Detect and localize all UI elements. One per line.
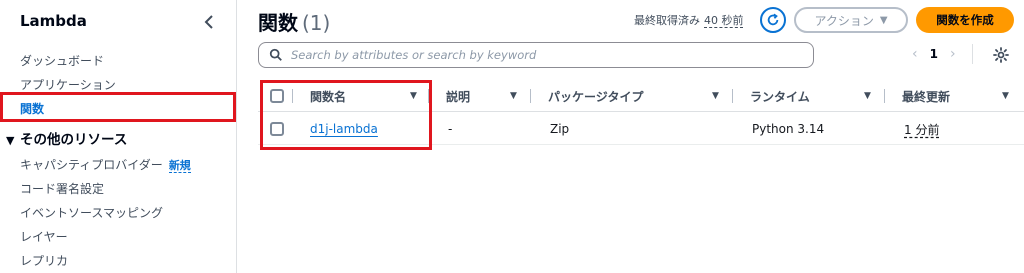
row-checkbox[interactable] (270, 113, 284, 145)
gear-icon (993, 47, 1009, 63)
sidebar-item-functions[interactable]: 関数 (20, 100, 44, 117)
column-divider (292, 89, 293, 103)
sidebar-item-layers[interactable]: レイヤー (20, 228, 68, 245)
last-fetched-label: 最終取得済み (634, 14, 700, 27)
search-input[interactable] (291, 48, 791, 62)
sidebar-item-capacity-providers[interactable]: キャパシティプロバイダー 新規 (20, 156, 191, 173)
sidebar-item-event-source-mappings[interactable]: イベントソースマッピング (20, 204, 163, 221)
column-header-function-name[interactable]: 関数名 ▼ (310, 80, 428, 112)
sort-icon[interactable]: ▼ (1002, 91, 1009, 101)
actions-label: アクション (814, 13, 874, 28)
table-row: d1j-lambda - Zip Python 3.14 1 分前 (258, 113, 1024, 145)
pagination: ‹ 1 › (912, 44, 973, 64)
sidebar-item-replicas[interactable]: レプリカ (20, 252, 68, 269)
column-divider (530, 89, 531, 103)
last-modified-cell: 1 分前 (904, 113, 939, 145)
sidebar-item-label: キャパシティプロバイダー (20, 158, 163, 172)
sort-icon[interactable]: ▼ (510, 91, 517, 101)
column-divider (428, 89, 429, 103)
column-header-runtime[interactable]: ランタイム ▼ (750, 80, 880, 112)
column-label: 最終更新 (902, 89, 951, 104)
caret-down-icon: ▼ (6, 134, 15, 147)
select-all-checkbox[interactable] (270, 80, 284, 112)
lambda-console: Lambda ダッシュボード アプリケーション 関数 ▼ その他のリソース キャパ… (0, 0, 1024, 273)
sidebar-item-applications[interactable]: アプリケーション (20, 76, 116, 93)
sort-icon[interactable]: ▼ (410, 91, 417, 101)
column-label: 説明 (446, 89, 471, 104)
main-content: 関数(1) 最終取得済み 40 秒前 アクション ▼ 関数を作成 ‹ 1 (238, 0, 1024, 273)
section-title: その他のリソース (20, 132, 128, 148)
description-cell: - (448, 122, 453, 136)
current-page[interactable]: 1 (930, 47, 938, 61)
function-count: (1) (302, 11, 331, 35)
sort-icon[interactable]: ▼ (864, 91, 871, 101)
last-fetched-value: 40 秒前 (704, 14, 744, 27)
page-title-text: 関数 (258, 11, 298, 35)
checkbox[interactable] (270, 89, 284, 103)
sidebar-item-dashboard[interactable]: ダッシュボード (20, 52, 104, 69)
table-settings-button[interactable] (990, 44, 1012, 66)
actions-dropdown-button[interactable]: アクション ▼ (794, 7, 908, 33)
column-header-package-type[interactable]: パッケージタイプ ▼ (548, 80, 730, 112)
sidebar: Lambda ダッシュボード アプリケーション 関数 ▼ その他のリソース キャパ… (0, 0, 237, 273)
refresh-button[interactable] (760, 7, 786, 33)
chevron-left-icon (204, 15, 213, 29)
next-page-icon[interactable]: › (950, 46, 956, 62)
pagination-divider (971, 44, 973, 64)
new-badge: 新規 (168, 159, 191, 173)
column-label: パッケージタイプ (548, 89, 644, 104)
column-label: ランタイム (750, 89, 810, 104)
table-header: 関数名 ▼ 説明 ▼ パッケージタイプ ▼ ランタイム ▼ 最終更新 ▼ (258, 80, 1024, 112)
function-name-cell: d1j-lambda (310, 113, 378, 145)
column-divider (884, 89, 885, 103)
caret-down-icon: ▼ (879, 14, 888, 26)
create-function-button[interactable]: 関数を作成 (916, 7, 1014, 33)
sidebar-item-code-signing[interactable]: コード署名設定 (20, 180, 104, 197)
search-bar[interactable] (258, 42, 814, 68)
last-modified-value: 1 分前 (904, 122, 940, 137)
refresh-icon (767, 13, 779, 26)
runtime-cell: Python 3.14 (752, 122, 825, 136)
column-header-last-modified[interactable]: 最終更新 ▼ (902, 80, 1020, 112)
page-title: 関数 (1) (258, 7, 330, 36)
package-type-cell: Zip (550, 122, 570, 136)
other-resources-section[interactable]: ▼ その他のリソース (6, 128, 127, 148)
sidebar-title: Lambda (20, 12, 87, 30)
checkbox[interactable] (270, 122, 284, 136)
collapse-sidebar-button[interactable] (200, 12, 220, 32)
column-header-description[interactable]: 説明 ▼ (446, 80, 532, 112)
function-name-link[interactable]: d1j-lambda (310, 122, 378, 136)
sort-icon[interactable]: ▼ (712, 91, 719, 101)
previous-page-icon[interactable]: ‹ (912, 46, 918, 62)
column-divider (732, 89, 733, 103)
search-icon (269, 48, 282, 61)
last-fetched-status: 最終取得済み 40 秒前 (634, 12, 744, 28)
column-label: 関数名 (310, 89, 347, 104)
